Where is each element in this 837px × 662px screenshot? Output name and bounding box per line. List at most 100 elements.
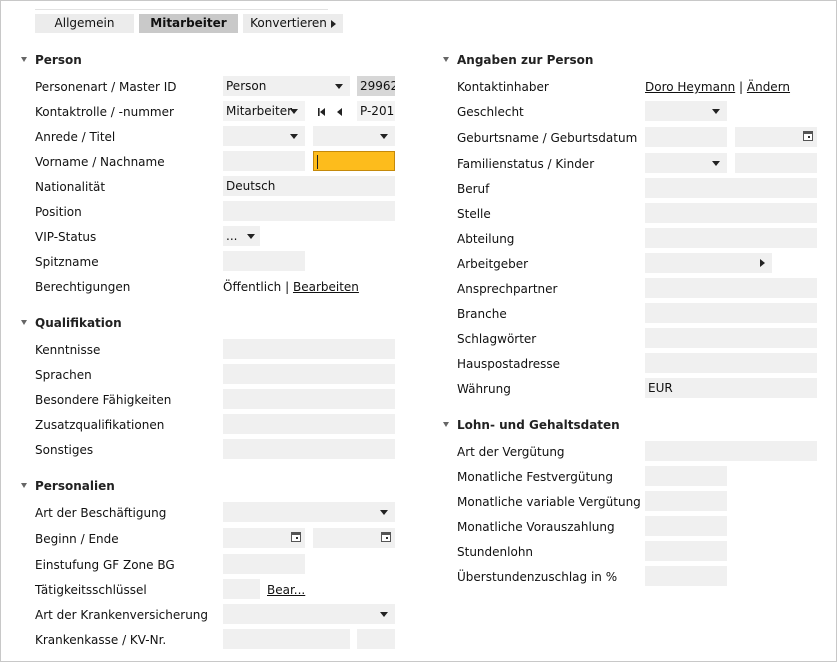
- kinder-input[interactable]: [735, 153, 817, 173]
- master-id-field: 29962: [357, 76, 395, 96]
- dropdown-arrow-icon: [380, 612, 388, 617]
- dropdown-arrow-icon: [290, 109, 298, 114]
- geschlecht-select[interactable]: [645, 101, 727, 121]
- label-krankenkasse: Krankenkasse / KV-Nr.: [35, 633, 167, 647]
- dropdown-arrow-icon: [380, 510, 388, 515]
- label-ueberstundenzuschlag: Überstundenzuschlag in %: [457, 570, 618, 584]
- calendar-icon[interactable]: [381, 532, 391, 542]
- section-personalien[interactable]: Personalien: [21, 479, 115, 493]
- label-art-beschaeftigung: Art der Beschäftigung: [35, 506, 167, 520]
- zusatzqualifikationen-input[interactable]: [223, 414, 395, 434]
- ende-date-input[interactable]: [313, 528, 395, 548]
- nachname-input[interactable]: [313, 151, 395, 171]
- aendern-link[interactable]: Ändern: [747, 80, 790, 94]
- variable-verguetung-input[interactable]: [645, 491, 727, 511]
- label-variable-verguetung: Monatliche variable Vergütung: [457, 495, 641, 509]
- schlagwoerter-input[interactable]: [645, 328, 817, 348]
- collapse-caret-icon: [443, 422, 449, 427]
- previous-record-icon[interactable]: [337, 108, 342, 116]
- taetigkeitsschluessel-input[interactable]: [223, 579, 260, 599]
- sprachen-input[interactable]: [223, 364, 395, 384]
- personenart-select[interactable]: Person: [223, 76, 350, 96]
- kenntnisse-input[interactable]: [223, 339, 395, 359]
- kontaktrolle-select[interactable]: Mitarbeiter: [223, 101, 305, 121]
- ansprechpartner-input[interactable]: [645, 278, 817, 298]
- dropdown-arrow-icon: [380, 134, 388, 139]
- tab-mitarbeiter[interactable]: Mitarbeiter: [139, 14, 238, 33]
- label-nationalitaet: Nationalität: [35, 180, 106, 194]
- vip-status-select[interactable]: ...: [223, 226, 260, 246]
- label-besondere-faehigkeiten: Besondere Fähigkeiten: [35, 393, 172, 407]
- label-branche: Branche: [457, 307, 507, 321]
- bearbeiten-link[interactable]: Bearbeiten: [293, 280, 359, 294]
- taetigkeit-bearbeiten-link[interactable]: Bear...: [267, 583, 305, 597]
- label-taetigkeitsschluessel: Tätigkeitsschlüssel: [35, 583, 147, 597]
- text-cursor: [317, 155, 318, 169]
- section-person-title: Person: [35, 53, 82, 67]
- label-anrede-titel: Anrede / Titel: [35, 130, 116, 144]
- section-lohn-title: Lohn- und Gehaltsdaten: [457, 418, 620, 432]
- geburtsname-input[interactable]: [645, 127, 727, 147]
- berechtigungen-line: Öffentlich | Bearbeiten: [223, 280, 359, 294]
- calendar-icon[interactable]: [291, 532, 301, 542]
- first-record-icon[interactable]: [318, 108, 325, 116]
- tab-konvertieren-label: Konvertieren: [250, 16, 327, 30]
- section-personalien-title: Personalien: [35, 479, 115, 493]
- familienstatus-select[interactable]: [645, 153, 727, 173]
- hauspostadresse-input[interactable]: [645, 353, 817, 373]
- vorauszahlung-input[interactable]: [645, 516, 727, 536]
- beruf-input[interactable]: [645, 178, 817, 198]
- besondere-faehigkeiten-input[interactable]: [223, 389, 395, 409]
- label-familienstatus: Familienstatus / Kinder: [457, 157, 595, 171]
- label-sonstiges: Sonstiges: [35, 443, 94, 457]
- abteilung-input[interactable]: [645, 228, 817, 248]
- tab-allgemein[interactable]: Allgemein: [35, 14, 134, 33]
- form-window: Allgemein Mitarbeiter Konvertieren Perso…: [0, 0, 837, 662]
- vorname-input[interactable]: [223, 151, 305, 171]
- submenu-arrow-icon: [330, 19, 336, 28]
- label-geburtsname: Geburtsname / Geburtsdatum: [457, 131, 638, 145]
- label-festverguetung: Monatliche Festvergütung: [457, 470, 613, 484]
- vip-status-value: ...: [226, 229, 238, 243]
- einstufung-input[interactable]: [223, 554, 305, 574]
- festverguetung-input[interactable]: [645, 466, 727, 486]
- section-angaben-zur-person[interactable]: Angaben zur Person: [443, 53, 593, 67]
- tab-konvertieren[interactable]: Konvertieren: [243, 14, 343, 33]
- position-input[interactable]: [223, 201, 395, 221]
- label-beruf: Beruf: [457, 182, 490, 196]
- ueberstundenzuschlag-input[interactable]: [645, 566, 727, 586]
- waehrung-input[interactable]: EUR: [645, 378, 817, 398]
- kv-nr-input[interactable]: [357, 629, 395, 649]
- label-ansprechpartner: Ansprechpartner: [457, 282, 558, 296]
- chevron-right-icon: [760, 259, 765, 267]
- section-qualifikation[interactable]: Qualifikation: [21, 316, 122, 330]
- label-kontaktinhaber: Kontaktinhaber: [457, 80, 549, 94]
- spitzname-input[interactable]: [223, 251, 305, 271]
- label-personenart: Personenart / Master ID: [35, 80, 177, 94]
- titel-select[interactable]: [313, 126, 395, 146]
- art-verguetung-input[interactable]: [645, 441, 817, 461]
- beginn-date-input[interactable]: [223, 528, 305, 548]
- stelle-input[interactable]: [645, 203, 817, 223]
- section-person[interactable]: Person: [21, 53, 82, 67]
- stundenlohn-input[interactable]: [645, 541, 727, 561]
- label-vip-status: VIP-Status: [35, 230, 97, 244]
- record-navigation: [318, 108, 342, 116]
- kontaktnummer-field[interactable]: P-2018: [357, 101, 395, 121]
- calendar-icon[interactable]: [803, 131, 813, 141]
- label-einstufung: Einstufung GF Zone BG: [35, 558, 175, 572]
- section-lohn-gehaltsdaten[interactable]: Lohn- und Gehaltsdaten: [443, 418, 620, 432]
- branche-input[interactable]: [645, 303, 817, 323]
- label-beginn-ende: Beginn / Ende: [35, 532, 119, 546]
- nationalitaet-input[interactable]: Deutsch: [223, 176, 395, 196]
- art-beschaeftigung-select[interactable]: [223, 502, 395, 522]
- separator: |: [739, 80, 744, 94]
- anrede-select[interactable]: [223, 126, 305, 146]
- sonstiges-input[interactable]: [223, 439, 395, 459]
- arbeitgeber-select[interactable]: [645, 253, 772, 273]
- krankenkasse-input[interactable]: [223, 629, 350, 649]
- label-hauspostadresse: Hauspostadresse: [457, 357, 561, 371]
- geburtsdatum-input[interactable]: [735, 127, 817, 147]
- kontaktinhaber-link[interactable]: Doro Heymann: [645, 80, 735, 94]
- art-krankenversicherung-select[interactable]: [223, 604, 395, 624]
